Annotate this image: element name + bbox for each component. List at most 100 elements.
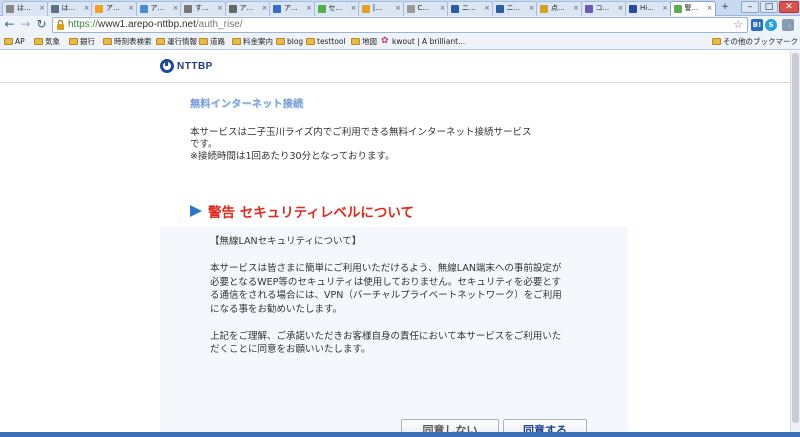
tab-close-icon[interactable]: × (351, 2, 357, 15)
back-button[interactable]: ← (3, 18, 16, 31)
tab-close-icon[interactable]: × (707, 2, 713, 15)
browser-tab[interactable]: C... × (402, 1, 449, 16)
address-bar[interactable]: https://www1.arepo-nttbp.net/auth_rise/ … (52, 17, 748, 33)
tab-favicon-icon (451, 5, 459, 13)
browser-tab[interactable]: ア... × (269, 1, 315, 16)
notice-paragraph: 上記をご理解、ご承諾いただきお客様自身の責任において本サービスをご利用いただくこ… (210, 330, 562, 356)
tab-favicon-icon (6, 5, 14, 13)
folder-icon (34, 38, 43, 45)
browser-tab[interactable]: 点... × (536, 1, 582, 16)
browser-tab[interactable]: [... × (358, 1, 404, 16)
tab-close-icon[interactable]: × (39, 2, 45, 15)
logo-text: NTTBP (177, 60, 213, 72)
security-notice-box: 【無線LANセキュリティについて】 本サービスは皆さまに簡単にご利用いただけるよ… (160, 227, 628, 437)
browser-tab[interactable]: 警... × (669, 1, 716, 16)
tab-label: ニ... (506, 4, 521, 12)
tab-close-icon[interactable]: × (529, 2, 535, 15)
tab-close-icon[interactable]: × (573, 2, 579, 15)
tab-favicon-icon (317, 5, 326, 13)
security-warning-heading: 警告 セキュリティレベルについて (190, 201, 414, 221)
bookmark-folder[interactable]: 気象 (34, 35, 60, 48)
tab-label: [... (373, 4, 383, 12)
browser-tab[interactable]: Hi... × (625, 1, 671, 16)
tab-close-icon[interactable]: × (262, 2, 268, 15)
folder-icon (103, 38, 112, 45)
tab-favicon-icon (95, 5, 103, 13)
notice-paragraph: 本サービスは皆さまに簡単にご利用いただけるよう、無線LAN端末への事前設定が必要… (210, 263, 562, 315)
bookmark-label: 銀行 (80, 37, 95, 46)
close-window-button[interactable]: ✕ (779, 1, 799, 13)
bookmark-folder[interactable]: 時刻表検索 (103, 35, 152, 48)
bookmark-folder[interactable]: 料金案内 (232, 35, 273, 48)
intro-line: 本サービスは二子玉川ライズ内でご利用できる無料インターネット接続サービス (190, 127, 532, 138)
tab-close-icon[interactable]: × (306, 2, 312, 15)
bookmark-folder[interactable]: 運行情報 (156, 35, 197, 48)
bookmark-folder[interactable]: testtool (306, 35, 346, 48)
tab-favicon-icon (50, 5, 59, 13)
intro-line: ※接続時間は1回あたり30分となっております。 (190, 151, 395, 162)
browser-tab[interactable]: ア... × (91, 1, 137, 16)
browser-tab[interactable]: は... × (46, 1, 93, 16)
reload-button[interactable]: ↻ (35, 18, 48, 31)
tab-favicon-icon (540, 5, 548, 13)
bookmark-label: AP (15, 37, 25, 46)
service-intro: 本サービスは二子玉川ライズ内でご利用できる無料インターネット接続サービス です。… (190, 127, 580, 163)
intro-line: です。 (190, 139, 218, 150)
folder-icon (69, 38, 78, 45)
tab-close-icon[interactable]: × (173, 2, 179, 15)
tab-close-icon[interactable]: × (128, 2, 134, 15)
tab-favicon-icon (629, 5, 637, 13)
browser-tab[interactable]: ニ... × (491, 1, 538, 16)
browser-tab[interactable]: コ... × (580, 1, 627, 16)
skype-icon[interactable]: S (765, 19, 777, 31)
tab-label: は... (17, 4, 31, 12)
scrollbar-thumb[interactable] (792, 53, 799, 423)
browser-tab[interactable]: ア... × (135, 1, 182, 16)
tab-close-icon[interactable]: × (662, 2, 668, 15)
tab-close-icon[interactable]: × (440, 2, 446, 15)
browser-tab[interactable]: は... × (2, 1, 48, 16)
bookmark-folder[interactable]: 道路 (199, 35, 225, 48)
folder-icon (712, 38, 721, 45)
tab-close-icon[interactable]: × (395, 2, 401, 15)
browser-tab[interactable]: セ... × (313, 1, 360, 16)
maximize-button[interactable]: □ (760, 1, 778, 13)
browser-tab[interactable]: す... × (180, 1, 226, 16)
bookmark-link[interactable]: ✿ kwout | A brilliant... (381, 35, 465, 48)
bookmark-folder[interactable]: blog (276, 35, 303, 48)
folder-icon (156, 38, 165, 45)
bookmark-folder[interactable]: 地図 (351, 35, 377, 48)
tab-favicon-icon (495, 5, 504, 13)
tab-label: ニ... (462, 4, 476, 12)
hatena-bookmark-icon[interactable]: B! (751, 19, 763, 31)
kwout-icon: ✿ (381, 36, 389, 46)
tab-label: ア... (284, 4, 298, 12)
bookmark-label: testtool (317, 37, 346, 46)
minimize-button[interactable]: – (741, 1, 759, 13)
tab-close-icon[interactable]: × (484, 2, 490, 15)
other-bookmarks-folder[interactable]: その他のブックマーク (712, 35, 798, 48)
tab-close-icon[interactable]: × (618, 2, 624, 15)
browser-tab[interactable]: ア... × (224, 1, 271, 16)
tab-favicon-icon (139, 5, 148, 13)
wrench-icon[interactable]: 🔧 (782, 19, 794, 31)
bookmark-star-icon[interactable]: ☆ (733, 18, 743, 32)
tab-favicon-icon (273, 5, 281, 13)
tab-close-icon[interactable]: × (84, 2, 90, 15)
bookmark-folder[interactable]: 銀行 (69, 35, 95, 48)
new-tab-button[interactable]: + (719, 3, 731, 13)
bookmarks-bar: AP 気象 銀行 時刻表検索 運行情報 道路 料金案内 blog testtool 地図 ✿ kwou… (0, 34, 800, 50)
bookmark-folder[interactable]: AP (4, 35, 25, 48)
forward-button[interactable]: → (19, 18, 32, 31)
folder-icon (199, 38, 208, 45)
browser-tab[interactable]: ニ... × (447, 1, 493, 16)
taskbar (0, 432, 800, 437)
tab-label: Hi... (640, 4, 654, 12)
bookmark-label: 地図 (362, 37, 377, 46)
vertical-scrollbar[interactable] (790, 51, 800, 437)
tab-label: 点... (551, 4, 565, 12)
tab-favicon-icon (184, 5, 192, 13)
tab-favicon-icon (228, 5, 237, 13)
ntt-logo-icon (160, 59, 174, 73)
tab-close-icon[interactable]: × (217, 2, 223, 15)
